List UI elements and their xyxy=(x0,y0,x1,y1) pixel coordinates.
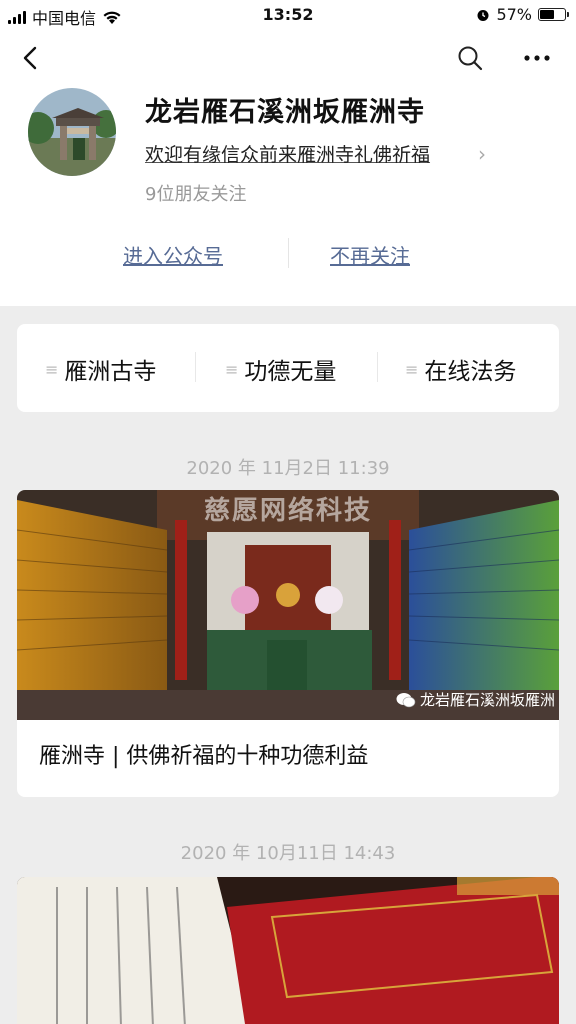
hamburger-icon: ≡ xyxy=(405,359,419,379)
menu-item-label: 雁洲古寺 xyxy=(64,359,157,385)
search-icon[interactable] xyxy=(456,44,484,72)
cover-source-watermark: 龙岩雁石溪洲坂雁洲 xyxy=(396,689,555,710)
battery-icon xyxy=(538,8,569,21)
menu-item-label: 在线法务 xyxy=(424,359,517,385)
hamburger-icon: ≡ xyxy=(45,359,59,379)
post-date: 2020 年 10月11日 14:43 xyxy=(180,843,396,864)
enter-account-link[interactable]: 进入公众号 xyxy=(123,240,223,269)
battery-fill xyxy=(540,10,554,19)
status-bar: 中国电信 13:52 57% xyxy=(0,0,576,30)
post-date: 2020 年 11月2日 11:39 xyxy=(186,458,390,479)
menu-item-merit[interactable]: ≡ 功德无量 xyxy=(225,352,336,386)
unfollow-link[interactable]: 不再关注 xyxy=(330,240,410,269)
wechat-icon xyxy=(396,692,416,707)
profile-header: 龙岩雁石溪洲坂雁洲寺 欢迎有缘信众前来雁洲寺礼佛祈福 › 9位朋友关注 进入公众… xyxy=(0,30,576,306)
account-menu: ≡ 雁洲古寺 ≡ 功德无量 ≡ 在线法务 xyxy=(17,324,559,412)
avatar[interactable] xyxy=(28,88,116,176)
account-name: 龙岩雁石溪洲坂雁洲寺 xyxy=(145,97,425,128)
menu-item-yanzhou-temple[interactable]: ≡ 雁洲古寺 xyxy=(45,352,156,386)
article-title[interactable]: 雁洲寺 | 供佛祈福的十种功德利益 xyxy=(39,738,368,770)
alarm-icon xyxy=(477,9,489,21)
article-cover-image: 慈愿网络科技 龙岩雁石溪洲坂雁洲 xyxy=(17,490,559,720)
divider xyxy=(377,352,378,382)
status-right: 57% xyxy=(476,5,569,24)
hamburger-icon: ≡ xyxy=(225,359,239,379)
chevron-left-icon[interactable] xyxy=(18,44,46,72)
cover-watermark: 慈愿网络科技 xyxy=(203,496,372,526)
article-cover-image xyxy=(17,877,559,1024)
divider xyxy=(288,238,289,268)
friends-following: 9位朋友关注 xyxy=(145,184,247,205)
article-card[interactable] xyxy=(17,877,559,1024)
more-dots-icon[interactable] xyxy=(522,44,552,72)
menu-item-label: 功德无量 xyxy=(244,359,337,385)
divider xyxy=(195,352,196,382)
battery-percent: 57% xyxy=(496,5,532,24)
account-description[interactable]: 欢迎有缘信众前来雁洲寺礼佛祈福 xyxy=(145,140,430,167)
cover-source-text: 龙岩雁石溪洲坂雁洲 xyxy=(419,691,555,709)
article-card[interactable]: 慈愿网络科技 龙岩雁石溪洲坂雁洲 雁洲寺 | 供佛祈福的十种功德利益 xyxy=(17,490,559,797)
temple-gate-image xyxy=(28,88,116,176)
chevron-right-icon[interactable]: › xyxy=(478,142,486,166)
menu-item-online-service[interactable]: ≡ 在线法务 xyxy=(405,352,516,386)
